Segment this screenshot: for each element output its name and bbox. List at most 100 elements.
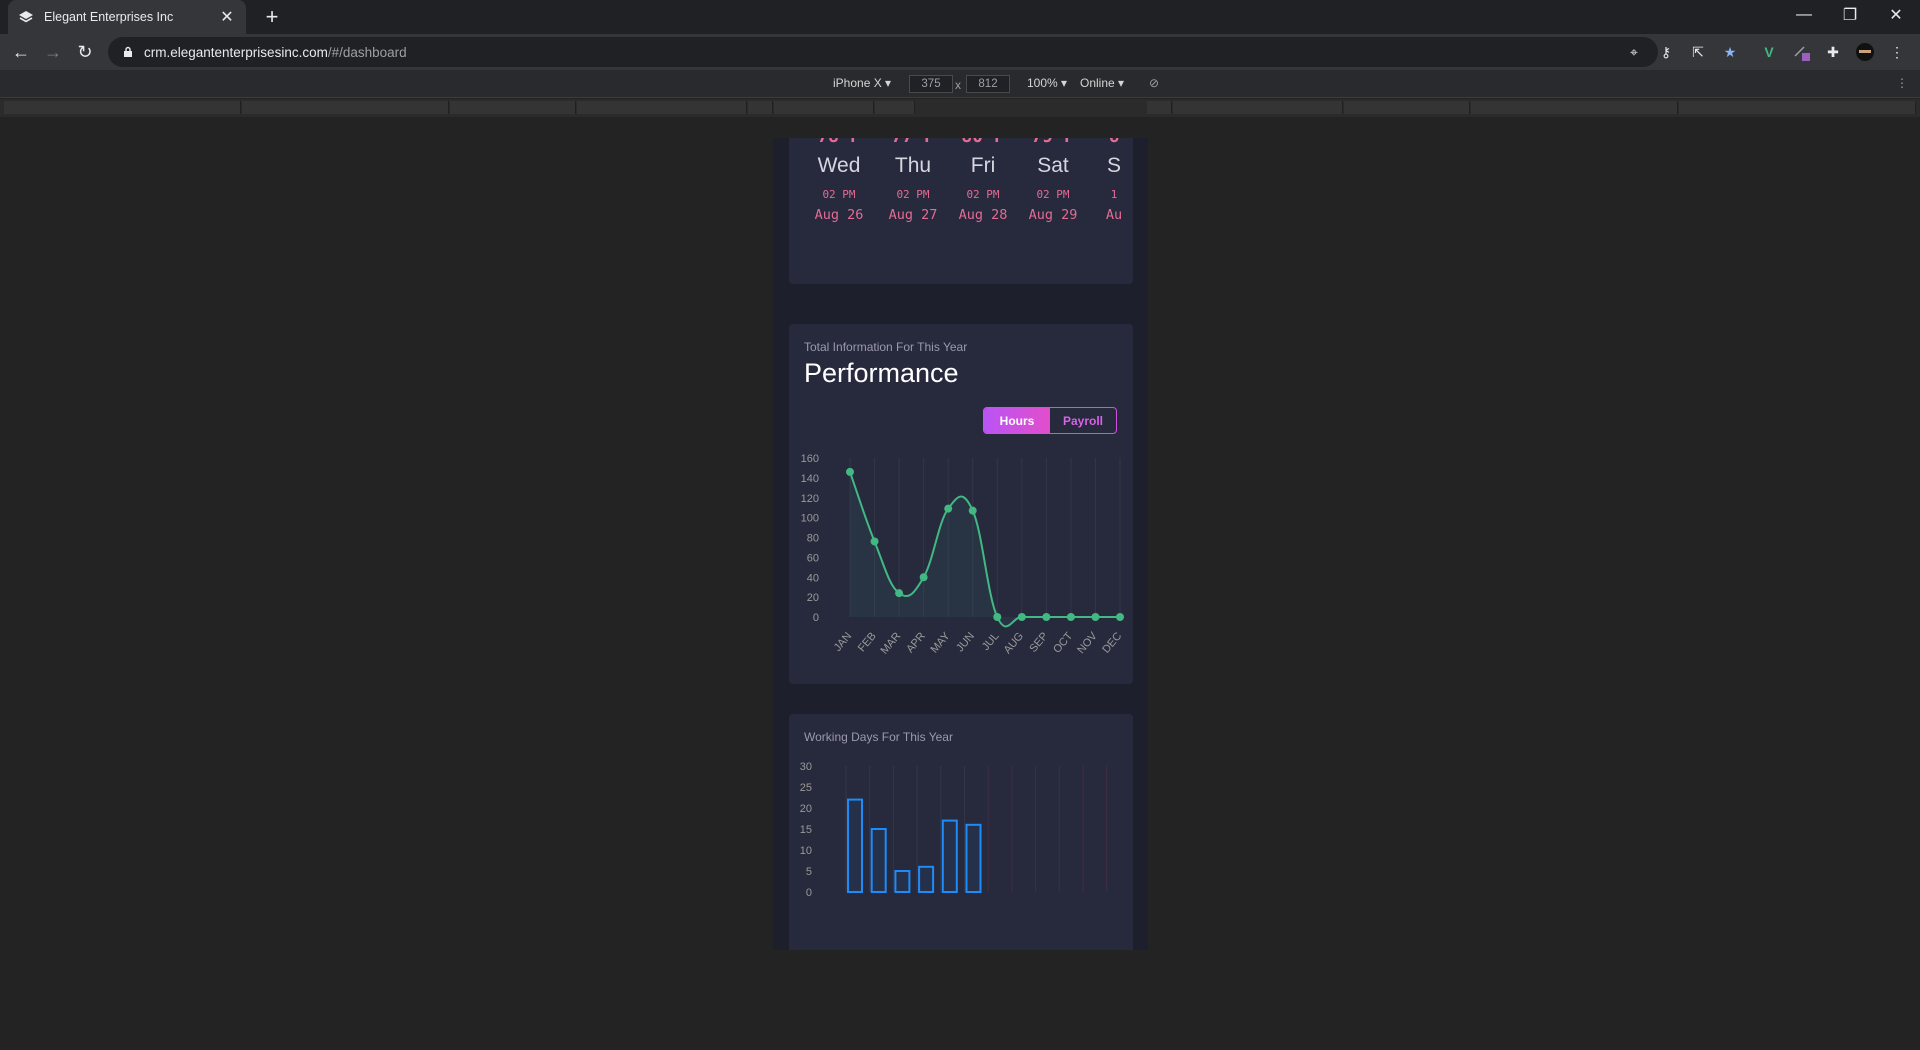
bar bbox=[847, 798, 863, 893]
weather-time: 02 PM bbox=[896, 188, 930, 201]
new-tab-button[interactable]: + bbox=[258, 4, 286, 30]
x-tick-label: SEP bbox=[1027, 630, 1050, 655]
working-days-bar-chart: 0 5 10 15 20 25 30 bbox=[800, 761, 1108, 899]
menu-kebab-icon[interactable]: ⋮ bbox=[1887, 42, 1907, 62]
x-tick-label: JUL bbox=[980, 630, 1002, 653]
weather-time: 02 PM bbox=[1036, 188, 1070, 201]
data-point bbox=[870, 537, 879, 546]
weather-time: 02 PM bbox=[822, 188, 856, 201]
bar bbox=[894, 870, 911, 893]
weather-date: Aug 27 bbox=[888, 207, 938, 223]
device-viewport: 78°F Wed 02 PM Aug 26 77°F Thu 02 PM Aug 27 80°F… bbox=[773, 138, 1148, 950]
data-point bbox=[968, 506, 977, 515]
weather-day: Wed bbox=[817, 154, 861, 177]
weather-date: Au bbox=[1105, 207, 1123, 223]
y-tick-label: 20 bbox=[800, 803, 812, 815]
url-host: crm.elegantenterprisesinc.com bbox=[144, 44, 328, 60]
y-tick-label: 10 bbox=[800, 845, 812, 857]
weather-day: 77°F Thu 02 PM Aug 27 bbox=[882, 138, 944, 223]
zoom-select[interactable]: 100% ▾ bbox=[1027, 76, 1067, 90]
back-button[interactable]: ← bbox=[8, 39, 34, 65]
address-bar[interactable]: crm.elegantenterprisesinc.com/#/dashboar… bbox=[108, 37, 1658, 67]
lock-icon bbox=[124, 46, 132, 57]
weather-forecast-card: 78°F Wed 02 PM Aug 26 77°F Thu 02 PM Aug 27 80°F… bbox=[789, 138, 1133, 284]
restore-button[interactable]: ❐ bbox=[1827, 0, 1873, 30]
data-point bbox=[993, 613, 1002, 621]
key-icon[interactable]: ⚷ bbox=[1656, 42, 1676, 62]
y-tick-label: 120 bbox=[801, 493, 819, 505]
weather-day: Sat bbox=[1037, 154, 1069, 177]
y-tick-label: 60 bbox=[807, 552, 819, 564]
bar bbox=[870, 828, 887, 893]
payroll-toggle-button[interactable]: Payroll bbox=[1050, 408, 1116, 433]
device-options-icon[interactable]: ⋮ bbox=[1896, 76, 1908, 90]
vue-devtools-icon[interactable]: V bbox=[1759, 42, 1779, 62]
open-external-icon[interactable]: ⇱ bbox=[1688, 42, 1708, 62]
location-icon[interactable]: ⌖ bbox=[1624, 42, 1644, 62]
tab-title: Elegant Enterprises Inc bbox=[44, 10, 174, 24]
y-tick-label: 20 bbox=[807, 592, 819, 604]
bar bbox=[965, 823, 982, 893]
forward-button[interactable]: → bbox=[40, 39, 66, 65]
viewport-width-input[interactable]: 375 bbox=[909, 75, 953, 93]
device-select[interactable]: iPhone X ▾ bbox=[833, 76, 891, 90]
data-point bbox=[1116, 613, 1124, 621]
x-tick-label: FEB bbox=[856, 630, 879, 654]
working-days-subtitle: Working Days For This Year bbox=[804, 730, 953, 744]
weather-temp: 78°F bbox=[808, 138, 870, 147]
performance-line-chart: 0 20 40 60 80 100 120 140 160 JAN FEB MAR APR MAY JUN J… bbox=[801, 453, 1125, 657]
tab-strip: Elegant Enterprises Inc ✕ + — ❐ ✕ bbox=[0, 0, 1920, 34]
data-point bbox=[846, 467, 854, 476]
browser-toolbar: ← → ↻ crm.elegantenterprisesinc.com/#/da… bbox=[0, 34, 1920, 70]
data-point bbox=[1066, 613, 1075, 621]
weather-day: 80°F Fri 02 PM Aug 28 bbox=[952, 138, 1014, 223]
bar bbox=[918, 865, 935, 894]
x-tick-label: MAR bbox=[878, 630, 903, 656]
viewport-height-input[interactable]: 812 bbox=[966, 75, 1010, 93]
y-tick-label: 30 bbox=[800, 761, 812, 773]
performance-toggle: Hours Payroll bbox=[983, 407, 1117, 434]
minimize-button[interactable]: — bbox=[1781, 0, 1827, 30]
data-point bbox=[919, 573, 928, 582]
network-throttle-select[interactable]: Online ▾ bbox=[1080, 76, 1124, 90]
weather-day: Fri bbox=[970, 154, 996, 177]
y-tick-label: 100 bbox=[801, 513, 819, 525]
bar bbox=[941, 819, 958, 893]
y-tick-label: 140 bbox=[801, 473, 819, 485]
weather-time: 02 PM bbox=[966, 188, 1000, 201]
data-point bbox=[1042, 613, 1051, 621]
browser-tab[interactable]: Elegant Enterprises Inc ✕ bbox=[8, 0, 246, 34]
close-window-button[interactable]: ✕ bbox=[1873, 0, 1919, 30]
extension-pen-icon[interactable] bbox=[1791, 42, 1811, 62]
dimension-separator: x bbox=[955, 78, 961, 92]
y-tick-label: 80 bbox=[807, 533, 819, 545]
performance-title: Performance bbox=[804, 358, 959, 388]
site-logo-icon bbox=[18, 9, 34, 25]
bookmark-star-icon[interactable]: ★ bbox=[1720, 42, 1740, 62]
x-tick-label: MAY bbox=[928, 630, 952, 656]
rotate-icon[interactable]: ⊘ bbox=[1149, 76, 1159, 90]
working-days-card: Working Days For This Year 0 5 10 15 20 25 30 bbox=[789, 714, 1133, 950]
weather-time: 1 bbox=[1110, 188, 1118, 201]
data-point bbox=[944, 504, 953, 513]
close-tab-icon[interactable]: ✕ bbox=[218, 7, 236, 27]
y-tick-label: 0 bbox=[813, 612, 819, 624]
weather-day: 6 S 1 Au bbox=[1083, 138, 1133, 223]
extensions-puzzle-icon[interactable]: ✚ bbox=[1823, 42, 1843, 62]
hours-toggle-button[interactable]: Hours bbox=[984, 408, 1050, 433]
x-tick-label: JUN bbox=[954, 630, 977, 654]
data-point bbox=[895, 589, 904, 598]
weather-temp: 77°F bbox=[882, 138, 944, 147]
y-tick-label: 15 bbox=[800, 824, 812, 836]
y-tick-label: 160 bbox=[801, 453, 819, 465]
weather-day: 79°F Sat 02 PM Aug 29 bbox=[1022, 138, 1084, 223]
x-tick-label: JAN bbox=[832, 630, 855, 654]
x-tick-label: OCT bbox=[1051, 630, 1075, 656]
weather-day: 78°F Wed 02 PM Aug 26 bbox=[808, 138, 870, 223]
weather-date: Aug 29 bbox=[1028, 207, 1078, 223]
performance-subtitle: Total Information For This Year bbox=[804, 340, 968, 354]
reload-button[interactable]: ↻ bbox=[72, 39, 98, 65]
profile-avatar[interactable] bbox=[1855, 42, 1875, 62]
performance-card: Total Information For This Year Performa… bbox=[789, 324, 1133, 684]
line-area-fill bbox=[850, 471, 1120, 627]
